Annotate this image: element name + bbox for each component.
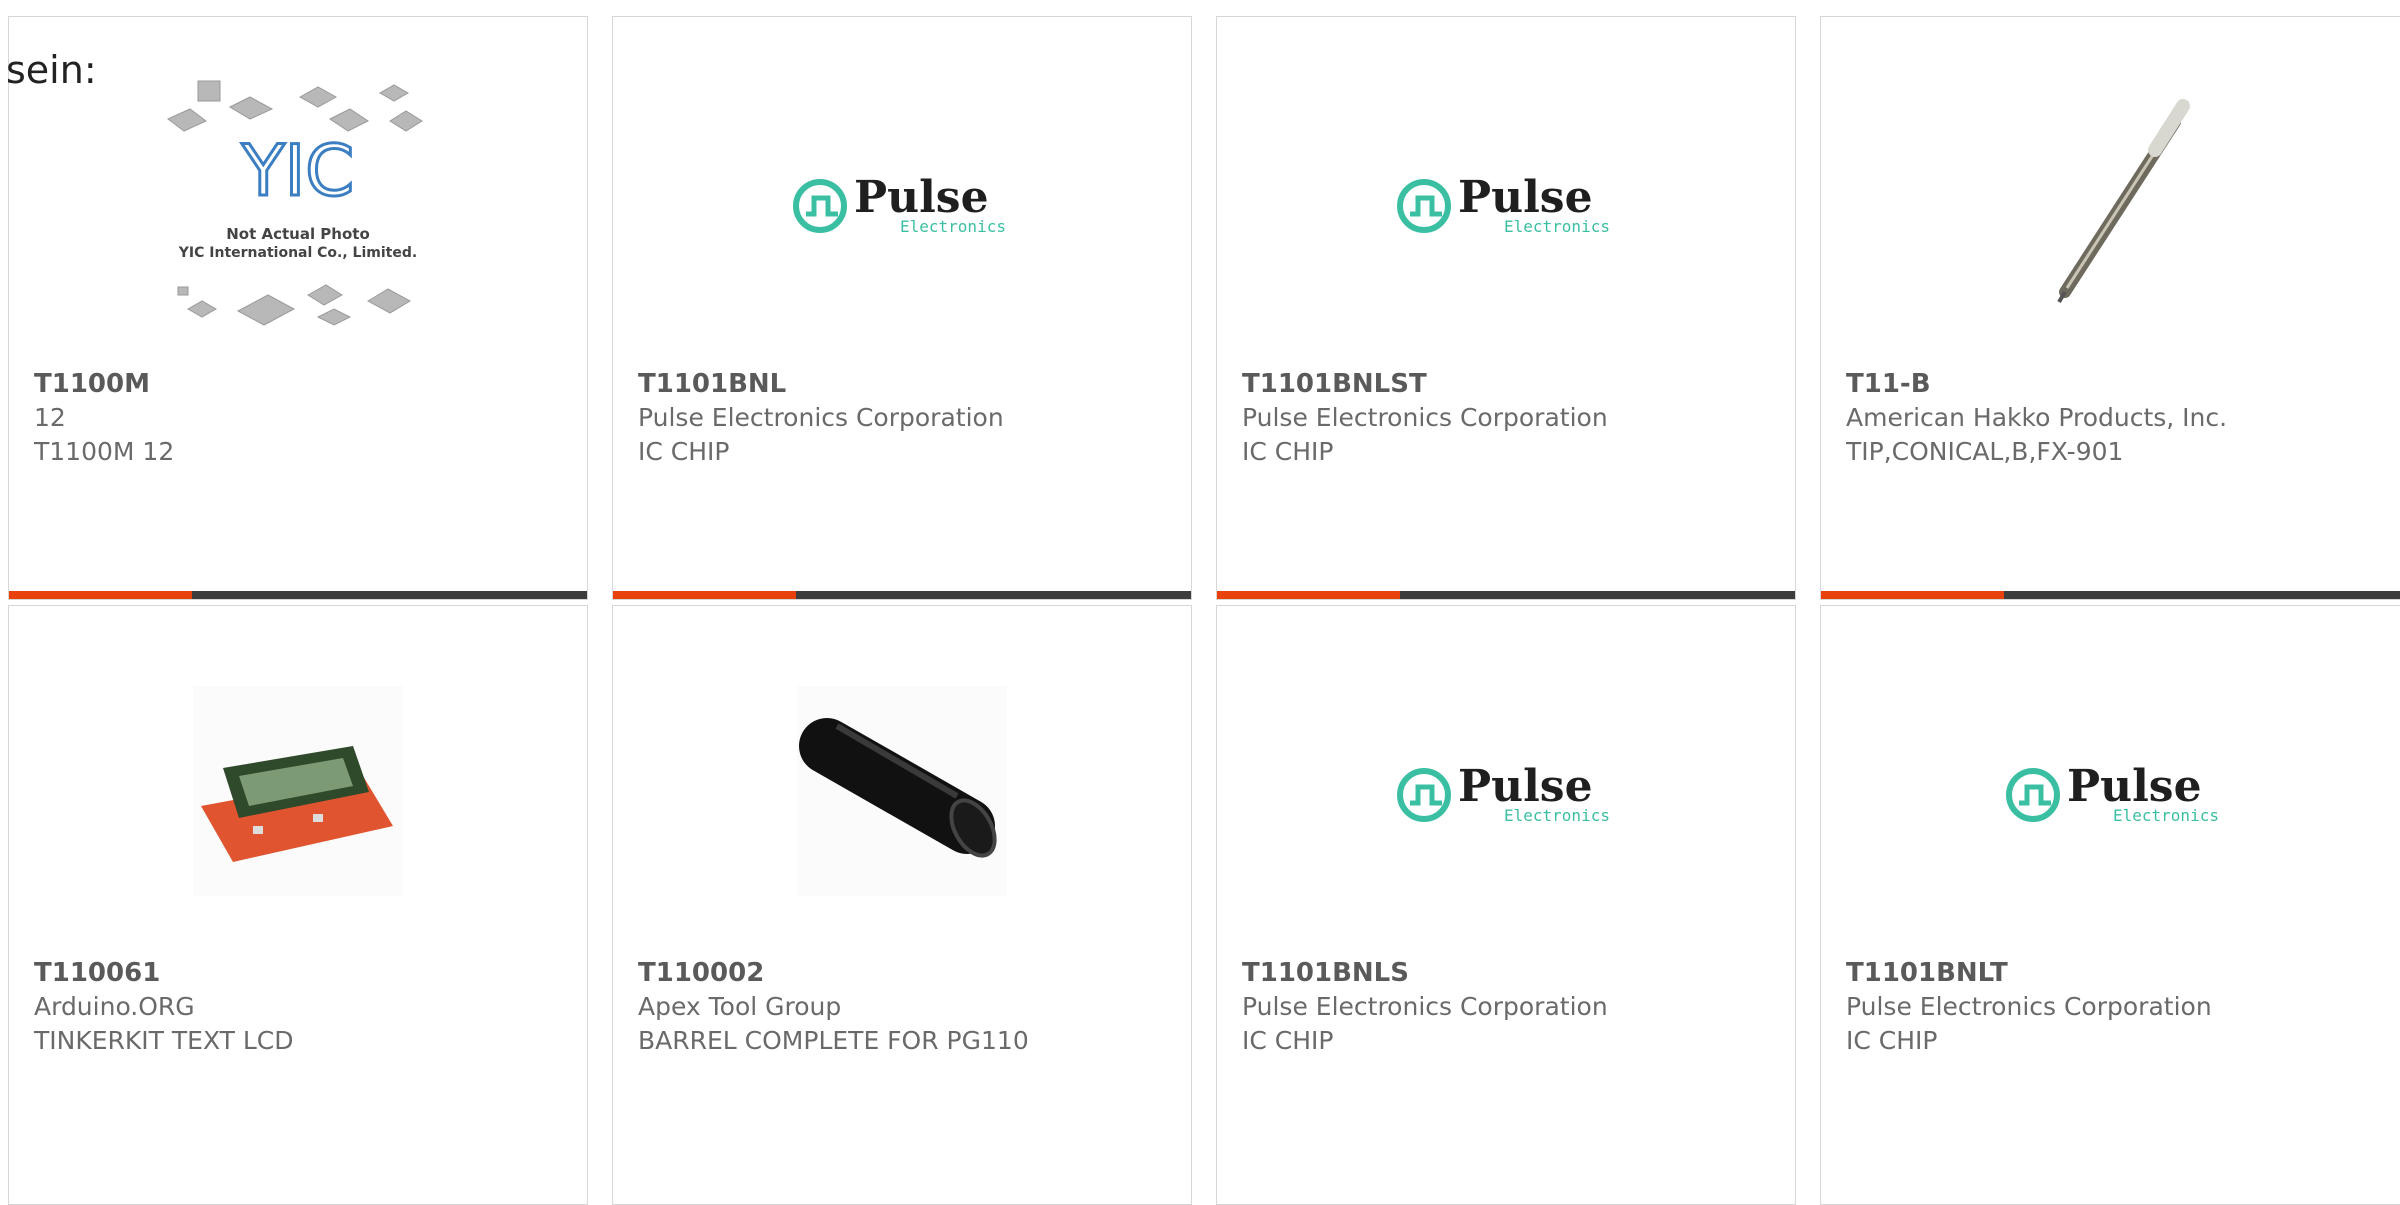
description: TINKERKIT TEXT LCD	[34, 1026, 294, 1055]
product-card[interactable]: Pulse Electronics T1101BNLS Pulse Electr…	[1216, 605, 1796, 1205]
manufacturer: 12	[34, 403, 66, 432]
product-card[interactable]: YIC Not Actual Photo YIC International C…	[8, 16, 588, 600]
product-card[interactable]: Pulse Electronics T1101BNL Pulse Electro…	[612, 16, 1192, 600]
manufacturer: Arduino.ORG	[34, 992, 195, 1021]
description: TIP,CONICAL,B,FX-901	[1846, 437, 2124, 466]
svg-text:Electronics: Electronics	[2113, 806, 2219, 825]
card-bottom-bar	[9, 591, 587, 599]
svg-text:Pulse: Pulse	[1458, 761, 1593, 812]
part-number[interactable]: T1101BNLS	[1242, 956, 1775, 990]
product-image: Pulse Electronics	[1217, 77, 1795, 327]
manufacturer: Pulse Electronics Corporation	[1242, 403, 1608, 432]
manufacturer: Apex Tool Group	[638, 992, 842, 1021]
part-number[interactable]: T1100M	[34, 367, 567, 401]
product-image: Pulse Electronics	[613, 77, 1191, 327]
part-number[interactable]: T110061	[34, 956, 567, 990]
description: IC CHIP	[1242, 1026, 1334, 1055]
bar-accent	[1217, 591, 1400, 599]
product-image	[1821, 77, 2400, 327]
product-image	[613, 666, 1191, 916]
svg-text:Electronics: Electronics	[1504, 806, 1610, 825]
svg-text:Electronics: Electronics	[900, 217, 1006, 236]
part-number[interactable]: T1101BNLST	[1242, 367, 1775, 401]
manufacturer: Pulse Electronics Corporation	[1846, 992, 2212, 1021]
part-number[interactable]: T11-B	[1846, 367, 2389, 401]
bar-accent	[613, 591, 796, 599]
pulse-logo-icon	[2006, 768, 2060, 822]
svg-text:YIC International Co., Limited: YIC International Co., Limited.	[178, 245, 417, 261]
svg-text:Pulse: Pulse	[1458, 172, 1593, 223]
product-card[interactable]: Pulse Electronics T1101BNLT Pulse Electr…	[1820, 605, 2400, 1205]
svg-text:Electronics: Electronics	[1504, 217, 1610, 236]
product-card[interactable]: T110002 Apex Tool Group BARREL COMPLETE …	[612, 605, 1192, 1205]
part-number[interactable]: T110002	[638, 956, 1171, 990]
product-card[interactable]: Pulse Electronics T1101BNLST Pulse Elect…	[1216, 16, 1796, 600]
product-image	[9, 666, 587, 916]
part-number[interactable]: T1101BNL	[638, 367, 1171, 401]
svg-text:YIC: YIC	[241, 130, 354, 212]
card-bottom-bar	[1821, 591, 2400, 599]
manufacturer: Pulse Electronics Corporation	[638, 403, 1004, 432]
product-image: YIC Not Actual Photo YIC International C…	[9, 77, 587, 327]
manufacturer: Pulse Electronics Corporation	[1242, 992, 1608, 1021]
product-card[interactable]: T110061 Arduino.ORG TINKERKIT TEXT LCD	[8, 605, 588, 1205]
pulse-logo-icon	[1397, 179, 1451, 233]
bar-accent	[9, 591, 192, 599]
card-bottom-bar	[613, 591, 1191, 599]
manufacturer: American Hakko Products, Inc.	[1846, 403, 2228, 432]
pulse-logo-icon	[793, 179, 847, 233]
bar-accent	[1821, 591, 2004, 599]
product-image: Pulse Electronics	[1217, 666, 1795, 916]
description: T1100M 12	[34, 437, 175, 466]
description: IC CHIP	[1846, 1026, 1938, 1055]
pulse-logo-icon	[1397, 768, 1451, 822]
product-card[interactable]: T11-B American Hakko Products, Inc. TIP,…	[1820, 16, 2400, 600]
svg-text:Not Actual Photo: Not Actual Photo	[226, 225, 370, 243]
description: IC CHIP	[1242, 437, 1334, 466]
description: BARREL COMPLETE FOR PG110	[638, 1026, 1029, 1055]
part-number[interactable]: T1101BNLT	[1846, 956, 2389, 990]
soldering-tip-icon	[2057, 99, 2190, 304]
description: IC CHIP	[638, 437, 730, 466]
svg-text:Pulse: Pulse	[854, 172, 989, 223]
svg-text:Pulse: Pulse	[2067, 761, 2202, 812]
product-image: Pulse Electronics	[1821, 666, 2400, 916]
intro-text: sein:	[6, 48, 97, 92]
card-bottom-bar	[1217, 591, 1795, 599]
